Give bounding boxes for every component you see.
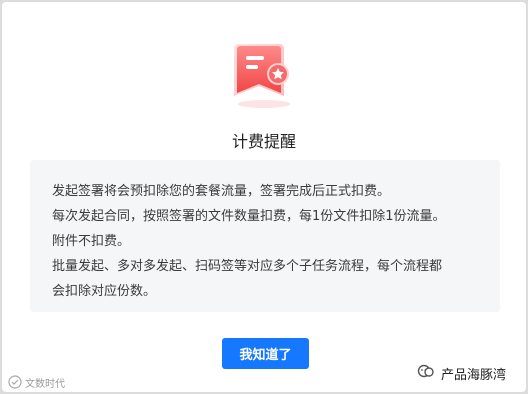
wechat-official-account-icon (417, 363, 435, 383)
watermark-left: 文数时代 (8, 374, 65, 390)
watermark-right-text: 产品海豚湾 (441, 367, 507, 383)
message-line: 每次发起合同，按照签署的文件数量扣费，每1份文件扣除1份流量。 (52, 209, 446, 224)
watermark-right: 产品海豚湾 (417, 363, 507, 383)
watermark-left-text: 文数时代 (25, 378, 65, 390)
dialog-title: 计费提醒 (231, 132, 296, 151)
message-line: 发起签署将会预扣除您的套餐流量，签署完成后正式扣费。 (52, 184, 391, 199)
certificate-icon (228, 40, 304, 112)
message-line: 会扣除对应份数。 (52, 284, 157, 299)
message-line: 批量发起、多对多发起、扫码签等对应多个子任务流程，每个流程都 (52, 259, 443, 274)
message-panel: 发起签署将会预扣除您的套餐流量，签署完成后正式扣费。 每次发起合同，按照签署的文… (30, 160, 500, 312)
watermark-logo-icon (8, 375, 22, 389)
billing-reminder-dialog: 计费提醒 发起签署将会预扣除您的套餐流量，签署完成后正式扣费。 每次发起合同，按… (2, 2, 526, 392)
confirm-button[interactable]: 我知道了 (222, 338, 309, 369)
message-line: 附件不扣费。 (52, 234, 131, 249)
